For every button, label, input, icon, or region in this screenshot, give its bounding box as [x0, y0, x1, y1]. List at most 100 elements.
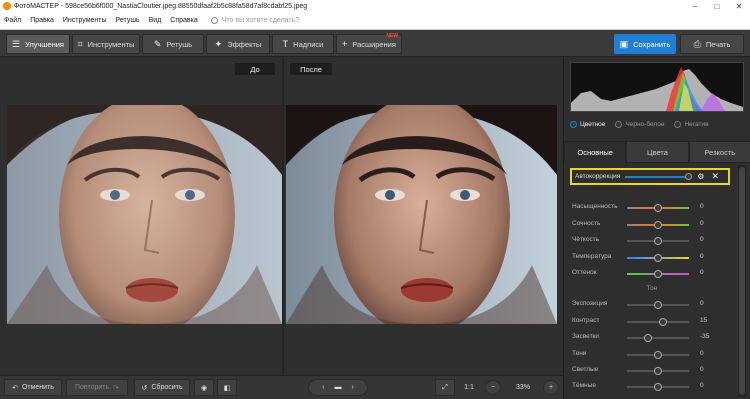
radio-dot-icon: [570, 121, 577, 128]
slider-vibrance: Сочность 0: [572, 220, 732, 230]
floppy-icon: ▣: [619, 38, 629, 49]
auto-correction-slider[interactable]: [625, 172, 693, 180]
close-icon[interactable]: ✕: [711, 171, 719, 182]
slider-value: 0: [700, 220, 704, 227]
tab-label: Надписи: [293, 39, 324, 49]
mode-color-radio[interactable]: Цветное: [570, 121, 605, 128]
slider-knob[interactable]: [654, 270, 662, 278]
main-toolbar: ☰ Улучшения ⌗ Инструменты ✎ Ретушь ✦ Эфф…: [0, 30, 750, 57]
redo-button[interactable]: Повторить ↷: [66, 379, 128, 396]
menu-tools[interactable]: Инструменты: [63, 17, 107, 24]
slider-knob[interactable]: [654, 254, 662, 262]
slider-value: 0: [700, 300, 704, 307]
slider-value: 0: [700, 366, 704, 373]
slider-knob[interactable]: [644, 334, 652, 342]
slider-track[interactable]: [627, 383, 689, 391]
compare-button[interactable]: ◧: [217, 379, 237, 396]
radio-dot-icon: [615, 121, 623, 128]
eye-icon: ◉: [200, 384, 208, 392]
tab-label: Улучшения: [25, 39, 64, 49]
slider-label: Светлые: [572, 366, 599, 373]
preview-eye-button[interactable]: ◉: [194, 379, 214, 396]
mode-negative-radio[interactable]: Негатив: [674, 121, 709, 128]
slider-knob[interactable]: [654, 237, 662, 245]
close-window-button[interactable]: ✕: [728, 2, 750, 11]
panel-scrollbar[interactable]: [738, 165, 746, 397]
slider-track[interactable]: [627, 237, 689, 245]
tab-enhancements[interactable]: ☰ Улучшения: [6, 34, 70, 54]
before-photo: [7, 105, 282, 324]
before-label: До: [235, 63, 275, 75]
slider-track[interactable]: [627, 221, 689, 229]
slider-knob[interactable]: [654, 221, 662, 229]
reset-label: Сбросить: [151, 384, 183, 391]
redo-label: Повторить: [74, 384, 110, 391]
slider-track[interactable]: [627, 204, 689, 212]
slider-track[interactable]: [627, 254, 689, 262]
tab-extensions[interactable]: + Расширения NEW: [336, 33, 402, 54]
slider-track[interactable]: [627, 270, 689, 278]
slider-track[interactable]: [627, 334, 689, 342]
compare-divider[interactable]: [282, 57, 284, 375]
slider-exposure: Экспозиция 0: [572, 300, 732, 310]
mode-label: Черно-белое: [625, 121, 665, 128]
menu-file[interactable]: Файл: [4, 17, 21, 24]
slider-track[interactable]: [627, 367, 689, 375]
slider-knob[interactable]: [654, 351, 662, 359]
slider-highlights: Засветки -35: [572, 333, 732, 343]
slider-whites: Светлые 0: [572, 366, 732, 376]
tab-label: Эффекты: [227, 39, 262, 49]
undo-label: Отменить: [21, 384, 54, 391]
slider-track[interactable]: [627, 318, 689, 326]
scrollbar-thumb[interactable]: [739, 167, 745, 395]
maximize-button[interactable]: □: [706, 2, 728, 11]
folder-icon[interactable]: ▬: [335, 384, 342, 391]
menu-help[interactable]: Справка: [170, 17, 197, 24]
reset-button[interactable]: ↺ Сбросить: [134, 379, 190, 396]
minimize-button[interactable]: –: [684, 2, 706, 11]
menu-view[interactable]: Вид: [149, 17, 162, 24]
slider-track[interactable]: [627, 301, 689, 309]
next-image-button[interactable]: ›: [352, 384, 354, 391]
gear-icon[interactable]: ⚙: [697, 172, 704, 181]
save-button[interactable]: ▣ Сохранить: [614, 34, 676, 54]
prev-image-button[interactable]: ‹: [322, 384, 324, 391]
slider-label: Тени: [572, 350, 587, 357]
slider-tint: Оттенок 0: [572, 269, 732, 279]
tab-text[interactable]: T Надписи: [272, 34, 334, 54]
slider-knob[interactable]: [659, 318, 667, 326]
title-bar: ФотоМАСТЕР - 598ce56b6f000_NastiaCloutie…: [0, 0, 750, 12]
zoom-in-button[interactable]: +: [543, 380, 559, 395]
tab-label: Ретушь: [166, 39, 193, 49]
tab-colors[interactable]: Цвета: [626, 141, 689, 163]
printer-icon: ⎙: [693, 38, 701, 49]
minus-icon: −: [490, 384, 496, 391]
search-field[interactable]: Что вы хотите сделать?: [210, 17, 299, 24]
menu-retouch[interactable]: Ретушь: [116, 17, 140, 24]
print-button[interactable]: ⎙ Печать: [680, 34, 744, 54]
actual-size-button[interactable]: 1:1: [458, 379, 480, 396]
slider-label: Оттенок: [572, 269, 597, 276]
tab-tools[interactable]: ⌗ Инструменты: [72, 34, 140, 54]
slider-track[interactable]: [627, 351, 689, 359]
slider-shadows: Тени 0: [572, 350, 732, 360]
tab-sharpness[interactable]: Резкость: [688, 141, 750, 163]
fit-screen-button[interactable]: ⤢: [435, 379, 455, 396]
slider-knob[interactable]: [654, 204, 662, 212]
slider-knob[interactable]: [654, 367, 662, 375]
undo-button[interactable]: ↶ Отменить: [4, 379, 62, 396]
tab-basic[interactable]: Основные: [564, 141, 627, 163]
zoom-out-button[interactable]: −: [485, 380, 501, 395]
menu-bar: Файл Правка Инструменты Ретушь Вид Справ…: [0, 12, 750, 30]
mode-bw-radio[interactable]: Черно-белое: [615, 121, 664, 128]
slider-value: 0: [700, 236, 704, 243]
slider-knob[interactable]: [654, 301, 662, 309]
tab-effects[interactable]: ✦ Эффекты: [206, 34, 270, 54]
slider-label: Насыщенность: [572, 203, 618, 210]
slider-knob[interactable]: [654, 383, 662, 391]
tab-retouch[interactable]: ✎ Ретушь: [142, 34, 204, 54]
slider-knob[interactable]: [685, 172, 693, 180]
undo-icon: ↶: [12, 384, 18, 392]
menu-edit[interactable]: Правка: [30, 17, 54, 24]
new-badge: NEW: [386, 33, 398, 39]
